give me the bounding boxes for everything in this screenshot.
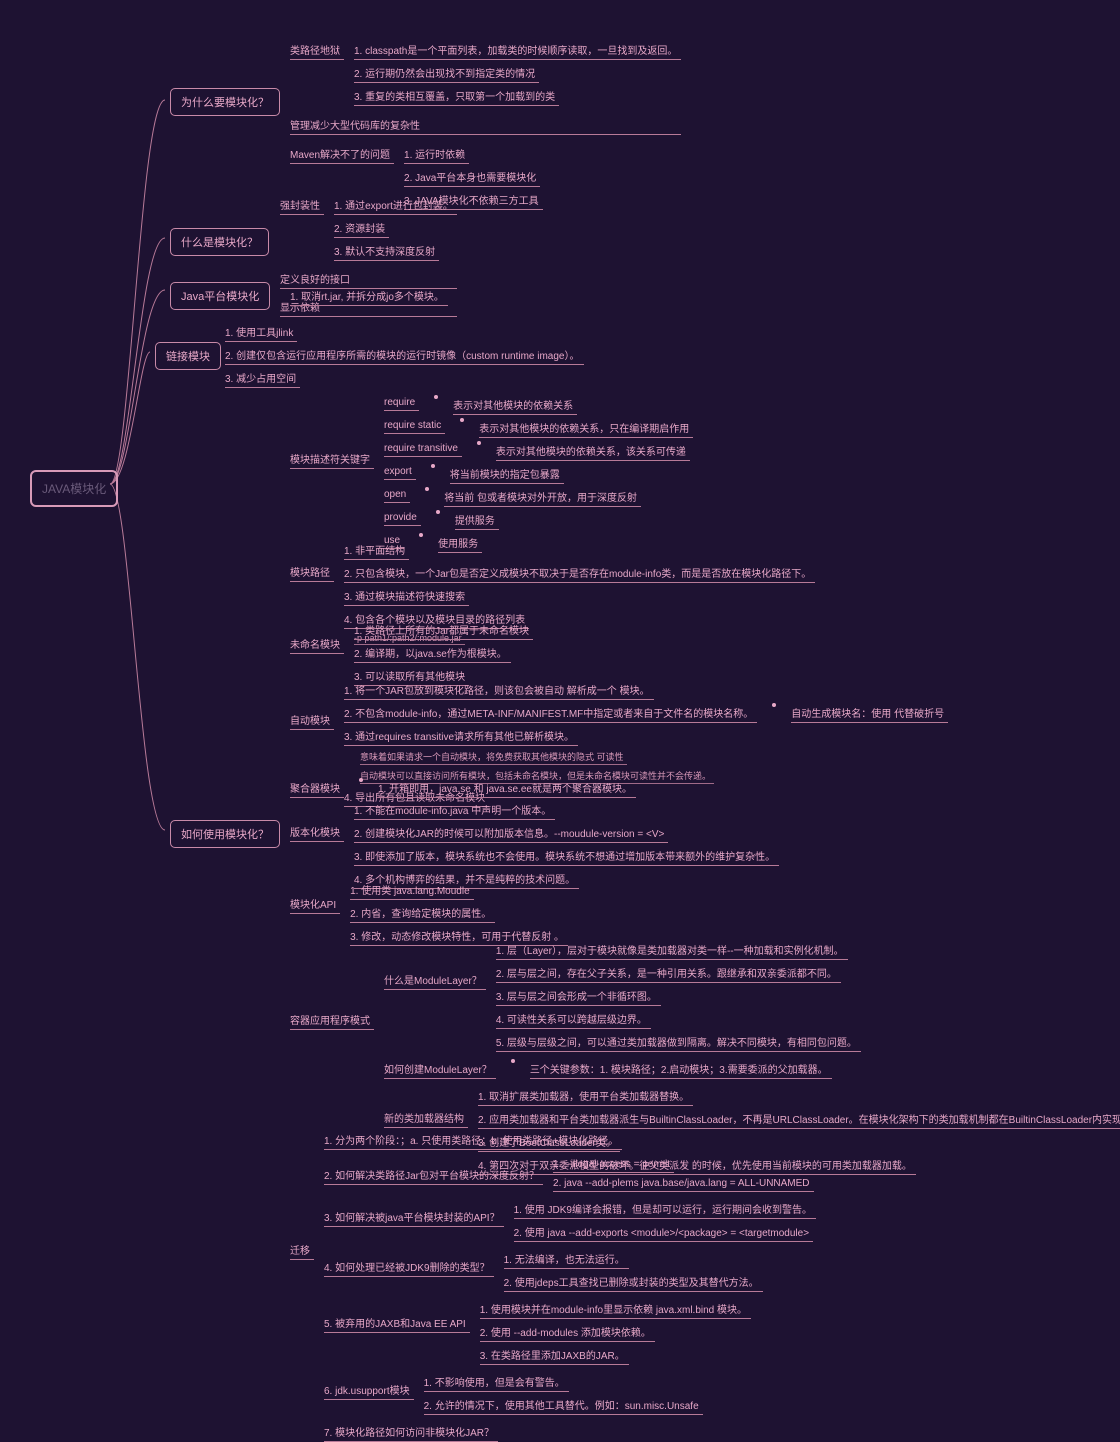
- leaf: 5. 层级与层级之间，可以通过类加载器做到隔离。解决不同模块，有相同包问题。: [496, 1032, 861, 1052]
- keyword-desc: 提供服务: [455, 510, 499, 530]
- leaf: 三个关键参数：1. 模块路径；2.启动模块；3.需要委派的父加载器。: [530, 1059, 832, 1079]
- leaf: 3. 重复的类相互覆盖，只取第一个加载到的类: [354, 86, 559, 106]
- leaf: 1. 分为两个阶段：；a. 只使用类路径；b. 使用类路径+模块化路径。: [324, 1130, 622, 1150]
- branch-what: 什么是模块化？: [170, 228, 269, 256]
- keyword-desc: 表示对其他模块的依赖关系: [453, 395, 577, 415]
- dot-icon: [434, 395, 438, 399]
- node-mig3: 3. 如何解决被java平台模块封装的API？: [324, 1207, 504, 1227]
- node-mig6: 6. jdk.usupport模块: [324, 1380, 414, 1400]
- keyword-desc: 将当前模块的指定包暴露: [450, 464, 564, 484]
- leaf: 1. 取消扩展类加载器，使用平台类加载器替换。: [478, 1086, 693, 1106]
- leaf: 3. 默认不支持深度反射: [334, 241, 439, 261]
- leaf: 2. 应用类加载器和平台类加载器派生与BuiltinClassLoader，不再…: [478, 1109, 1120, 1129]
- leaf: 1. 使用工具jlink: [225, 322, 297, 342]
- keyword-desc: 将当前 包或者模块对外开放，用于深度反射: [444, 487, 641, 507]
- leaf: 1. 类路径上所有的Jar都属于未命名模块: [354, 620, 533, 640]
- leaf: 自动生成模块名：使用 代替破折号: [791, 703, 948, 723]
- leaf: 1. 运行时依赖: [404, 144, 469, 164]
- keyword-desc: 表示对其他模块的依赖关系，该关系可传递: [496, 441, 690, 461]
- leaf: 1. 层（Layer），层对于模块就像是类加载器对类一样--一种加载和实例化机制…: [496, 940, 848, 960]
- leaf: 1. 将一个JAR包放到模块化路径，则该包会被自动 解析成一个 模块。: [344, 680, 654, 700]
- branch-how: 如何使用模块化？: [170, 820, 280, 848]
- leaf: 1. 通过export进行包封装。: [334, 195, 457, 215]
- leaf: 2. 创建仅包含运行应用程序所需的模块的运行时镜像（custom runtime…: [225, 345, 584, 365]
- leaf: 2. 使用 java --add-exports <module>/<packa…: [514, 1222, 813, 1242]
- node-encapsulation: 强封装性: [280, 195, 324, 215]
- leaf: 3. 通过模块描述符快速搜索: [344, 586, 469, 606]
- leaf: 3. 通过requires transitive请求所有其他已解析模块。: [344, 726, 578, 746]
- dot-icon: [477, 441, 481, 445]
- dot-icon: [359, 778, 363, 782]
- keyword-desc: 表示对其他模块的依赖关系，只在编译期启作用: [479, 418, 693, 438]
- leaf: 1. 使用类 java.lang.Moudle: [350, 880, 474, 900]
- node-descriptor-keywords: 模块描述符关键字: [290, 449, 374, 469]
- leaf: 2. 创建模块化JAR的时候可以附加版本信息。--moudule-version…: [354, 823, 668, 843]
- node-classpath-hell: 类路径地狱: [290, 40, 344, 60]
- node-module-path: 模块路径: [290, 562, 334, 582]
- leaf: 2. 层与层之间，存在父子关系，是一种引用关系。跟继承和双亲委派都不同。: [496, 963, 841, 983]
- dot-icon: [511, 1059, 515, 1063]
- keyword: export: [384, 464, 416, 480]
- leaf: 2. 只包含模块，一个Jar包是否定义成模块不取决于是否存在module-inf…: [344, 563, 815, 583]
- dot-icon: [419, 533, 423, 537]
- leaf: 2. java --add-plems java.base/java.lang …: [553, 1176, 814, 1192]
- leaf: 1. 无法编译，也无法运行。: [504, 1249, 629, 1269]
- leaf: 2. Java平台本身也需要模块化: [404, 167, 540, 187]
- node-auto-module: 自动模块: [290, 710, 334, 730]
- leaf: 2. 资源封装: [334, 218, 389, 238]
- leaf: 3. 层与层之间会形成一个非循环图。: [496, 986, 661, 1006]
- leaf: 7. 模块化路径如何访问非模块化JAR？: [324, 1422, 498, 1442]
- keyword: require: [384, 395, 419, 411]
- leaf: 1. 取消rt.jar, 并拆分成jo多个模块。: [290, 286, 448, 306]
- node-versioned: 版本化模块: [290, 822, 344, 842]
- node-classloader-structure: 新的类加载器结构: [384, 1108, 468, 1128]
- node-unnamed-module: 未命名模块: [290, 634, 344, 654]
- leaf: 管理减少大型代码库的复杂性: [290, 115, 681, 135]
- keyword: require transitive: [384, 441, 462, 457]
- branch-link: 链接模块: [155, 342, 221, 370]
- leaf: 1. 开箱即用，java.se 和 java.se.ee就是两个聚合器模块。: [378, 778, 636, 798]
- node-modulelayer-create: 如何创建ModuleLayer？: [384, 1059, 496, 1079]
- dot-icon: [772, 703, 776, 707]
- node-modulelayer-what: 什么是ModuleLayer？: [384, 970, 486, 990]
- dot-icon: [460, 418, 464, 422]
- branch-why: 为什么要模块化？: [170, 88, 280, 116]
- node-migration: 迁移: [290, 1240, 314, 1260]
- leaf: 1. 不影响使用，但是会有警告。: [424, 1372, 569, 1392]
- leaf: 3. 减少占用空间: [225, 368, 300, 388]
- root-node: JAVA模块化: [30, 470, 118, 507]
- leaf: 2. 使用 --add-modules 添加模块依赖。: [480, 1322, 655, 1342]
- dot-icon: [431, 464, 435, 468]
- leaf: 1. classpath是一个平面列表，加载类的时候顺序读取，一旦找到及返回。: [354, 40, 681, 60]
- leaf: 1. 不能在module-info.java 中声明一个版本。: [354, 800, 555, 820]
- leaf: 1. 使用模块并在module-info里显示依赖 java.xml.bind …: [480, 1299, 751, 1319]
- leaf: 2. 不包含module-info，通过META-INF/MANIFEST.MF…: [344, 703, 757, 723]
- leaf: 1. --illegal-access = permit: [553, 1157, 674, 1173]
- node-aggregator: 聚合器模块: [290, 778, 344, 798]
- sub-leaf: 意味着如果请求一个自动模块，将免费获取其他模块的隐式 可读性: [360, 749, 627, 765]
- keyword: open: [384, 487, 410, 503]
- leaf: 1. 非平面结构: [344, 540, 409, 560]
- node-container-pattern: 容器应用程序模式: [290, 1010, 374, 1030]
- leaf: 3. 即使添加了版本，模块系统也不会使用。模块系统不想通过增加版本带来额外的维护…: [354, 846, 779, 866]
- node-mig4: 4. 如何处理已经被JDK9删除的类型？: [324, 1257, 494, 1277]
- keyword: require static: [384, 418, 445, 434]
- leaf: 2. 允许的情况下，使用其他工具替代。例如：sun.misc.Unsafe: [424, 1395, 703, 1415]
- leaf: 2. 使用jdeps工具查找已删除或封装的类型及其替代方法。: [504, 1272, 763, 1292]
- leaf: 2. 内省，查询给定模块的属性。: [350, 903, 495, 923]
- leaf: 1. 使用 JDK9编译会报错，但是却可以运行，运行期间会收到警告。: [514, 1199, 816, 1219]
- node-module-api: 模块化API: [290, 894, 340, 914]
- node-mig5: 5. 被弃用的JAXB和Java EE API: [324, 1313, 470, 1333]
- leaf: 3. 在类路径里添加JAXB的JAR。: [480, 1345, 629, 1365]
- branch-platform: Java平台模块化: [170, 282, 270, 310]
- leaf: 2. 编译期，以java.se作为根模块。: [354, 643, 511, 663]
- leaf: 4. 可读性关系可以跨越层级边界。: [496, 1009, 651, 1029]
- node-maven-limits: Maven解决不了的问题: [290, 144, 394, 164]
- node-mig2: 2. 如何解决类路径Jar包对平台模块的深度反射？: [324, 1165, 543, 1185]
- keyword: provide: [384, 510, 421, 526]
- leaf: 2. 运行期仍然会出现找不到指定类的情况: [354, 63, 539, 83]
- dot-icon: [425, 487, 429, 491]
- dot-icon: [436, 510, 440, 514]
